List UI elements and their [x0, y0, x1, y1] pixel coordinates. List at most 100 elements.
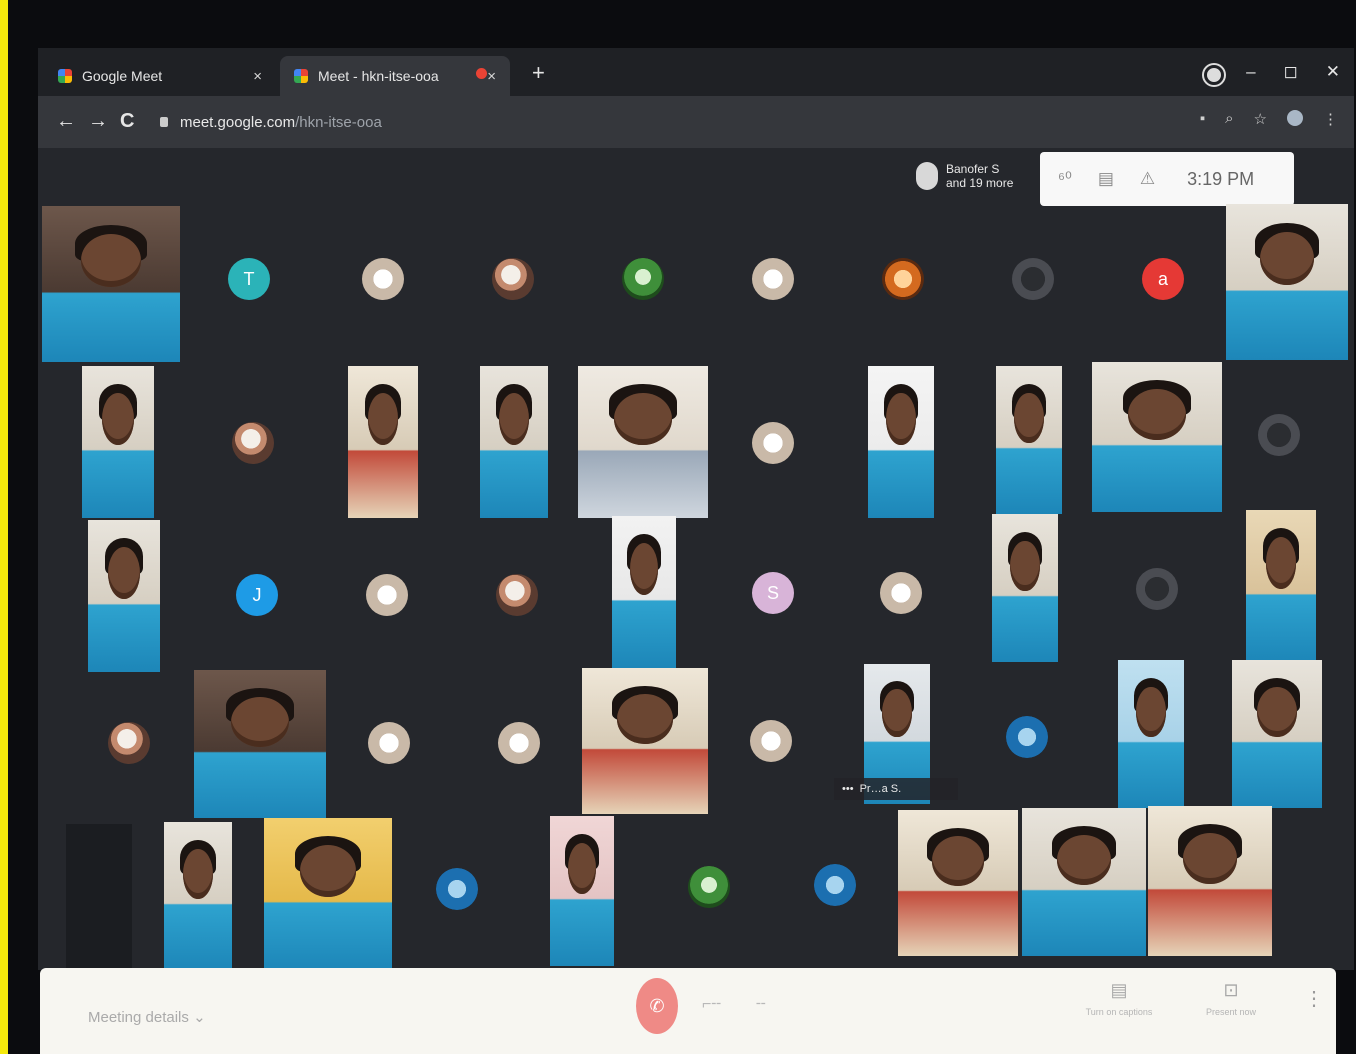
participant-avatar[interactable]: [108, 722, 150, 764]
participant-avatar[interactable]: [496, 574, 538, 616]
present-icon: ⊡: [1223, 980, 1239, 1000]
avatar[interactable]: [1287, 110, 1303, 126]
reload-button[interactable]: C: [120, 110, 134, 133]
participant-video-tile[interactable]: [194, 670, 326, 818]
presenter-info: Banofer S and 19 more: [916, 162, 1013, 190]
mic-off-icon[interactable]: ╌: [756, 994, 766, 1014]
captions-icon: ▤: [1110, 980, 1128, 1000]
chat-icon[interactable]: ▤: [1098, 169, 1114, 189]
back-button[interactable]: ←: [56, 110, 76, 133]
participant-avatar[interactable]: [492, 258, 534, 300]
url-field[interactable]: meet.google.com /hkn-itse-ooa: [156, 108, 1156, 136]
participant-video-tile[interactable]: [868, 366, 934, 518]
meet-favicon-icon: [58, 69, 72, 83]
participant-video-tile[interactable]: [1118, 660, 1184, 808]
tab-meet-active[interactable]: Meet - hkn-itse-ooa ×: [280, 56, 510, 96]
participant-video-tile[interactable]: [1022, 808, 1146, 956]
participant-video-tile[interactable]: [1232, 660, 1322, 808]
participant-avatar[interactable]: [366, 574, 408, 616]
participant-video-tile[interactable]: [550, 816, 614, 966]
present-now-button[interactable]: ⊡ Present now: [1194, 980, 1268, 1017]
participant-avatar[interactable]: [622, 258, 664, 300]
url-host: meet.google.com: [180, 113, 296, 131]
participant-avatar[interactable]: [882, 258, 924, 300]
participant-avatar[interactable]: [1006, 716, 1048, 758]
meeting-grid: Banofer S and 19 more ⁶⁰ ▤ ⚠ 3:19 PM T a: [38, 148, 1354, 970]
participant-video-tile[interactable]: [1226, 204, 1348, 360]
meeting-info-panel: ⁶⁰ ▤ ⚠ 3:19 PM: [1040, 152, 1294, 206]
presenter-name: Banofer S: [946, 162, 1000, 176]
participant-video-tile[interactable]: [480, 366, 548, 518]
participant-video-tile[interactable]: [42, 206, 180, 362]
participant-name-label: ••• Pr…a S.: [834, 778, 958, 800]
participant-video-tile[interactable]: [1092, 362, 1222, 512]
participant-avatar[interactable]: S: [752, 572, 794, 614]
tab-title: Meet - hkn-itse-ooa: [318, 68, 439, 84]
captions-button[interactable]: ▤ Turn on captions: [1074, 980, 1164, 1017]
captions-label: Turn on captions: [1085, 1007, 1153, 1017]
participant-avatar[interactable]: [436, 868, 478, 910]
participant-avatar[interactable]: [752, 422, 794, 464]
participant-avatar[interactable]: a: [1142, 258, 1184, 300]
participant-avatar[interactable]: T: [228, 258, 270, 300]
minimize-button[interactable]: –: [1246, 62, 1255, 82]
participant-video-tile[interactable]: [996, 366, 1062, 514]
participant-video-tile[interactable]: [898, 810, 1018, 956]
monitor-bezel: Google Meet × Meet - hkn-itse-ooa × + – …: [8, 0, 1356, 1054]
participant-avatar[interactable]: [498, 722, 540, 764]
address-bar: ← → C meet.google.com /hkn-itse-ooa ▪ ⌕ …: [38, 96, 1354, 148]
participant-avatar[interactable]: [752, 258, 794, 300]
participant-avatar[interactable]: [368, 722, 410, 764]
more-options-icon[interactable]: •••: [842, 783, 854, 795]
participant-video-tile[interactable]: [264, 818, 392, 970]
participant-video-tile[interactable]: [582, 668, 708, 814]
extension-icon[interactable]: [1204, 65, 1224, 85]
participant-avatar[interactable]: [814, 864, 856, 906]
participant-avatar[interactable]: [362, 258, 404, 300]
participant-avatar[interactable]: [880, 572, 922, 614]
browser-menu-icon[interactable]: ⋮: [1323, 110, 1338, 128]
close-tab-icon[interactable]: ×: [253, 68, 262, 85]
participant-video-tile[interactable]: [348, 366, 418, 518]
bookmark-star-icon[interactable]: ☆: [1254, 110, 1267, 128]
close-tab-icon[interactable]: ×: [487, 68, 496, 85]
participant-video-tile[interactable]: [992, 514, 1058, 662]
new-tab-button[interactable]: +: [532, 60, 545, 86]
forward-button[interactable]: →: [88, 110, 108, 133]
participant-avatar[interactable]: J: [236, 574, 278, 616]
tab-google-meet[interactable]: Google Meet ×: [44, 56, 276, 96]
participant-video-tile[interactable]: [88, 520, 160, 672]
participant-video-tile[interactable]: [612, 516, 676, 668]
participant-avatar[interactable]: [1258, 414, 1300, 456]
participant-name: Pr…a S.: [859, 783, 902, 795]
meeting-details-label: Meeting details: [88, 1009, 189, 1026]
meet-favicon-icon: [294, 69, 308, 83]
participant-avatar[interactable]: [1136, 568, 1178, 610]
zoom-icon[interactable]: ⌕: [1225, 110, 1233, 128]
meeting-details-button[interactable]: Meeting details ⌄: [88, 1008, 206, 1026]
participant-video-tile[interactable]: [66, 824, 132, 970]
presenter-more: and 19 more: [946, 176, 1014, 190]
participant-avatar[interactable]: [750, 720, 792, 762]
activities-icon[interactable]: ⚠: [1140, 169, 1155, 189]
camera-indicator-icon[interactable]: ▪: [1200, 110, 1205, 128]
participant-avatar[interactable]: [688, 866, 730, 908]
more-options-button[interactable]: ⋮: [1304, 986, 1324, 1011]
browser-tab-bar: Google Meet × Meet - hkn-itse-ooa × + – …: [38, 48, 1354, 96]
participant-video-tile[interactable]: [1148, 806, 1272, 956]
meeting-controls-bar: Meeting details ⌄ ✆ ⌐╌ ╌ ▤ Turn on capti…: [40, 968, 1336, 1054]
participant-avatar[interactable]: [1012, 258, 1054, 300]
avatar: [916, 162, 938, 190]
participant-video-tile[interactable]: [82, 366, 154, 518]
tab-title: Google Meet: [82, 68, 163, 84]
leave-call-button[interactable]: ✆: [636, 978, 678, 1034]
participant-avatar[interactable]: [232, 422, 274, 464]
maximize-button[interactable]: ◻: [1284, 62, 1298, 82]
meeting-clock: 3:19 PM: [1187, 168, 1255, 189]
close-window-button[interactable]: ✕: [1326, 62, 1340, 82]
participant-video-tile[interactable]: [164, 822, 232, 970]
participant-video-tile[interactable]: [578, 366, 708, 518]
people-icon[interactable]: ⁶⁰: [1058, 169, 1072, 189]
camera-off-icon[interactable]: ⌐╌: [702, 994, 721, 1014]
participant-video-tile[interactable]: [1246, 510, 1316, 662]
